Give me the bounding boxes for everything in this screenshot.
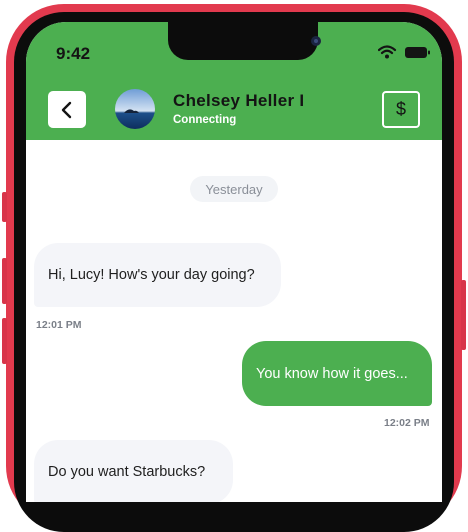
avatar[interactable]	[115, 89, 155, 129]
message-text: Hi, Lucy! How's your day going?	[48, 267, 255, 283]
side-button-volume-down	[2, 318, 7, 364]
status-time: 9:42	[56, 44, 91, 63]
message-text: Do you want Starbucks?	[48, 464, 206, 480]
status-icons	[377, 44, 434, 60]
wifi-icon	[377, 45, 397, 59]
chat-header: 9:42 Chelsey Heller I Connecting $	[26, 22, 442, 140]
notch	[168, 22, 321, 60]
battery-icon	[405, 47, 430, 58]
message-text: You know how it goes...	[256, 365, 408, 382]
message-bubble-outgoing[interactable]: You know how it goes...	[242, 341, 432, 406]
phone-screen: 9:42 Chelsey Heller I Connecting $ Yeste…	[26, 22, 442, 502]
date-separator: Yesterday	[190, 176, 278, 202]
chevron-left-icon	[61, 101, 72, 118]
front-camera	[311, 36, 321, 46]
side-button-volume-up	[2, 258, 7, 304]
back-button[interactable]	[48, 91, 86, 128]
message-bubble-incoming[interactable]: Do you want Starbucks?	[34, 440, 233, 502]
contact-name: Chelsey Heller I	[173, 91, 305, 110]
send-money-button[interactable]: $	[382, 91, 420, 128]
side-button-silent	[2, 192, 7, 222]
message-timestamp: 12:02 PM	[384, 417, 430, 429]
message-bubble-incoming[interactable]: Hi, Lucy! How's your day going?	[34, 243, 281, 307]
dollar-icon: $	[395, 99, 406, 119]
message-timestamp: 12:01 PM	[36, 319, 82, 331]
contact-status: Connecting	[173, 114, 237, 126]
side-button-power	[461, 280, 466, 350]
